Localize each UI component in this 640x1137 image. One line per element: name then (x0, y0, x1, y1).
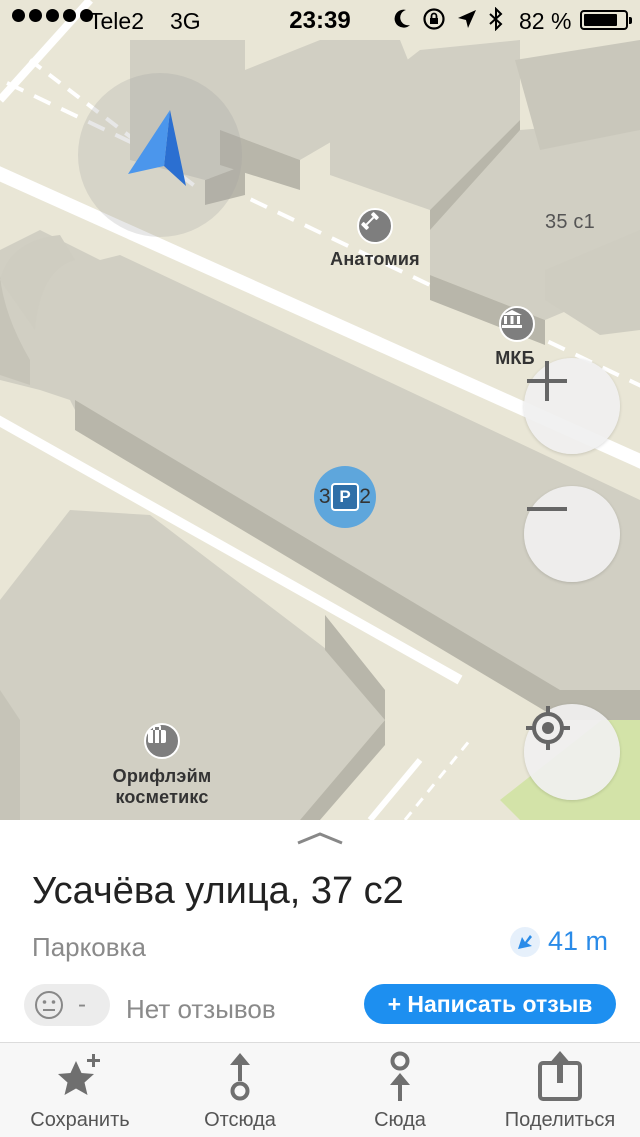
share-button[interactable]: Поделиться (480, 1043, 640, 1137)
star-plus-icon (58, 1054, 100, 1095)
place-title: Усачёва улица, 37 с2 (32, 870, 404, 912)
tab-label: Отсюда (204, 1109, 276, 1131)
route-from-icon (230, 1053, 250, 1101)
route-to-button[interactable]: Сюда (320, 1043, 480, 1137)
zoom-out-button[interactable] (524, 486, 620, 582)
rating-badge: - (24, 984, 110, 1026)
tab-label: Поделиться (504, 1109, 616, 1131)
status-bar: Tele2 3G 23:39 82 % (0, 0, 640, 40)
route-from-button[interactable]: Отсюда (160, 1043, 320, 1137)
rating-value: - (78, 991, 86, 1018)
route-to-icon (390, 1051, 410, 1101)
distance-value: 41 m (547, 926, 608, 956)
dumbbell-icon[interactable] (357, 208, 393, 244)
battery-icon (580, 10, 632, 30)
battery-percent: 82 % (519, 8, 572, 34)
poi-label-oriflame: Орифлэйм косметикс (112, 766, 212, 807)
tab-label: Сюда (374, 1109, 426, 1131)
plus-icon (527, 361, 567, 401)
place-card[interactable]: Усачёва улица, 37 с2 Парковка 41 m - Нет… (0, 820, 640, 1042)
map-view[interactable]: Анатомия 35 с1 МКБ 37 с2 P Орифлэйм косм… (0, 0, 640, 820)
zoom-in-button[interactable] (524, 358, 620, 454)
bank-icon[interactable] (499, 306, 535, 342)
place-category: Парковка (32, 932, 146, 962)
moon-icon (394, 9, 410, 28)
crosshair-icon (526, 706, 570, 750)
parking-icon: P (331, 483, 359, 511)
bluetooth-icon (489, 7, 503, 31)
tab-label: Сохранить (30, 1109, 130, 1131)
action-bar: Сохранить Отсюда Сюда Поделиться (0, 1042, 640, 1137)
status-icons (392, 7, 504, 31)
share-icon (538, 1051, 582, 1101)
building-number-label: 35 с1 (545, 211, 595, 233)
neutral-face-icon (35, 991, 63, 1019)
write-review-button[interactable]: + Написать отзыв (364, 984, 616, 1024)
briefcase-icon[interactable] (144, 723, 180, 759)
location-services-icon (458, 10, 476, 28)
distance-indicator: 41 m (509, 926, 608, 957)
my-location-button[interactable] (524, 704, 620, 800)
save-button[interactable]: Сохранить (0, 1043, 160, 1137)
minus-icon (527, 507, 567, 511)
poi-label-anatomy: Анатомия (330, 249, 420, 269)
chevron-up-icon[interactable] (296, 830, 344, 846)
rotation-lock-icon (423, 8, 445, 30)
reviews-status: Нет отзывов (126, 994, 276, 1024)
direction-arrow-icon (509, 926, 540, 957)
navigation-arrow-icon (128, 110, 186, 186)
